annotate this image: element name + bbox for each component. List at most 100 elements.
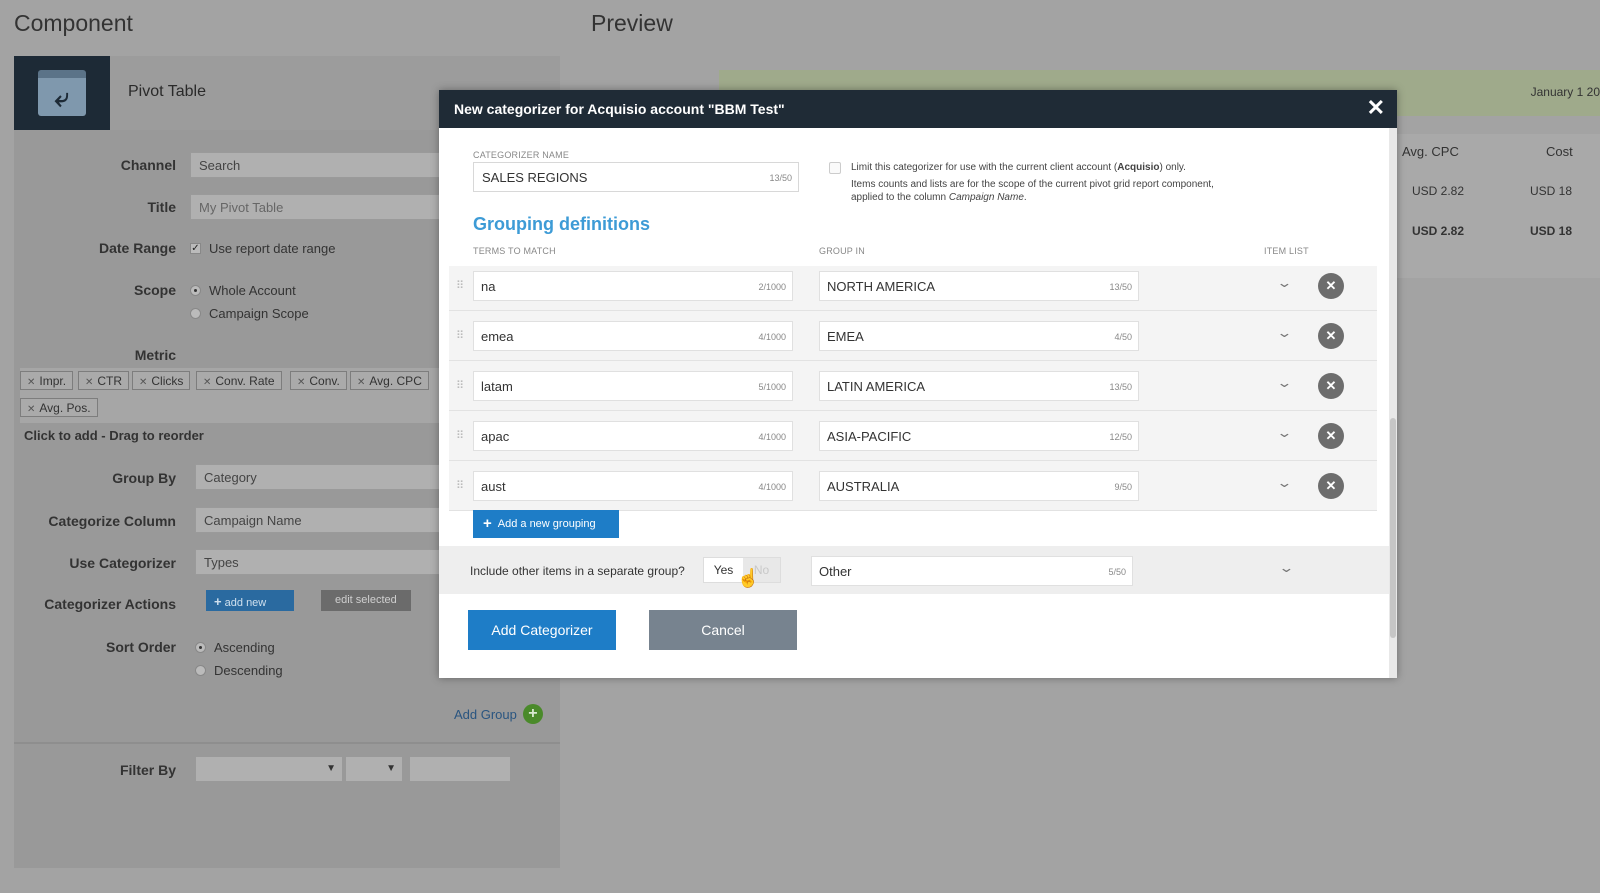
drag-handle-icon[interactable]: ⠿ — [456, 279, 464, 292]
chevron-down-icon[interactable]: ⌄ — [1278, 560, 1294, 576]
other-group-input[interactable]: Other 5/50 — [811, 556, 1133, 586]
channel-label: Channel — [120, 157, 176, 173]
metric-chip-label: CTR — [97, 374, 123, 388]
chevron-down-icon[interactable]: ⌄ — [1276, 375, 1292, 391]
term-input[interactable]: na 2/1000 — [473, 271, 793, 301]
channel-field[interactable]: Search — [190, 152, 440, 178]
drag-handle-icon[interactable]: ⠿ — [456, 379, 464, 392]
term-value: latam — [481, 379, 513, 394]
metric-chip[interactable]: ✕ CTR — [78, 371, 130, 390]
char-counter: 4/1000 — [758, 332, 786, 342]
metric-chip[interactable]: ✕ Avg. Pos. — [20, 398, 98, 417]
metric-chip-label: Clicks — [151, 374, 184, 388]
group-value: LATIN AMERICA — [827, 379, 926, 394]
group-input[interactable]: EMEA 4/50 — [819, 321, 1139, 351]
grouping-row: ⠿ apac 4/1000 ASIA-PACIFIC 12/50 ⌄ ✕ — [449, 411, 1377, 461]
remove-grouping-icon[interactable]: ✕ — [1318, 323, 1344, 349]
remove-icon[interactable]: ✕ — [203, 377, 211, 388]
group-column-header: GROUP IN — [819, 246, 865, 256]
categorize-column-select[interactable]: Campaign Name — [195, 507, 440, 533]
filter-operator-select[interactable]: ▼ — [345, 756, 403, 782]
chevron-down-icon[interactable]: ⌄ — [1276, 325, 1292, 341]
add-circle-icon[interactable]: + — [522, 704, 543, 724]
drag-handle-icon[interactable]: ⠿ — [456, 479, 464, 492]
categorizer-actions-label: Categorizer Actions — [44, 596, 176, 612]
add-categorizer-button[interactable]: Add Categorizer — [468, 610, 616, 650]
metric-chip[interactable]: ✕ Impr. — [20, 371, 74, 390]
term-input[interactable]: apac 4/1000 — [473, 421, 793, 451]
chevron-down-icon[interactable]: ⌄ — [1276, 275, 1292, 291]
grouping-row: ⠿ latam 5/1000 LATIN AMERICA 13/50 ⌄ ✕ — [449, 361, 1377, 411]
remove-icon[interactable]: ✕ — [357, 377, 365, 388]
radio-selected-icon[interactable] — [195, 642, 206, 653]
radio-selected-icon[interactable] — [190, 285, 201, 296]
other-items-row: Include other items in a separate group?… — [439, 546, 1389, 594]
checkbox-checked-icon[interactable]: ✓ — [190, 243, 201, 254]
add-new-grouping-button[interactable]: + Add a new grouping — [473, 510, 619, 538]
term-input[interactable]: latam 5/1000 — [473, 371, 793, 401]
group-input[interactable]: NORTH AMERICA 13/50 — [819, 271, 1139, 301]
metric-chip[interactable]: ✕ Conv. Rate — [196, 371, 282, 390]
char-counter: 12/50 — [1109, 432, 1132, 442]
dialog-scrollbar[interactable] — [1389, 128, 1397, 678]
scope-option-whole-account[interactable]: Whole Account — [190, 283, 296, 298]
remove-icon[interactable]: ✕ — [139, 377, 147, 388]
remove-icon[interactable]: ✕ — [27, 377, 35, 388]
metric-chip[interactable]: ✕ Conv. — [290, 371, 347, 390]
component-heading: Component — [14, 10, 133, 36]
add-group-link[interactable]: Add Group + — [454, 704, 543, 724]
metric-chip-list: ✕ Impr. ✕ CTR ✕ Clicks ✕ Conv. Rate ✕ Conv. ✕… — [20, 368, 440, 423]
metric-chip[interactable]: ✕ Clicks — [132, 371, 191, 390]
scope-option-campaign-scope[interactable]: Campaign Scope — [190, 306, 309, 321]
use-categorizer-label: Use Categorizer — [69, 555, 176, 571]
radio-icon[interactable] — [190, 308, 201, 319]
remove-icon[interactable]: ✕ — [85, 377, 93, 388]
chevron-down-icon[interactable]: ⌄ — [1276, 425, 1292, 441]
char-counter: 2/1000 — [758, 282, 786, 292]
char-counter: 13/50 — [769, 173, 792, 183]
term-input[interactable]: aust 4/1000 — [473, 471, 793, 501]
use-categorizer-select[interactable]: Types — [195, 549, 440, 575]
chevron-down-icon[interactable]: ⌄ — [1276, 475, 1292, 491]
scrollbar-thumb[interactable] — [1390, 418, 1396, 638]
metric-chip[interactable]: ✕ Avg. CPC — [350, 371, 429, 390]
categorizer-name-value: SALES REGIONS — [482, 170, 588, 185]
sort-option-ascending[interactable]: Ascending — [195, 640, 275, 655]
title-label: Title — [147, 199, 176, 215]
sort-option-label: Ascending — [214, 640, 275, 655]
remove-grouping-icon[interactable]: ✕ — [1318, 423, 1344, 449]
group-input[interactable]: ASIA-PACIFIC 12/50 — [819, 421, 1139, 451]
limit-text-part: Limit this categorizer for use with the … — [851, 162, 1118, 173]
char-counter: 9/50 — [1114, 482, 1132, 492]
group-by-select[interactable]: Category — [195, 464, 440, 490]
limit-account-checkbox[interactable] — [829, 162, 841, 174]
drag-handle-icon[interactable]: ⠿ — [456, 329, 464, 342]
group-input[interactable]: AUSTRALIA 9/50 — [819, 471, 1139, 501]
metric-label: Metric — [134, 347, 176, 363]
grouping-row: ⠿ emea 4/1000 EMEA 4/50 ⌄ ✕ — [449, 311, 1377, 361]
radio-icon[interactable] — [195, 665, 206, 676]
add-new-categorizer-button[interactable]: + add new — [206, 590, 294, 611]
categorizer-name-input[interactable]: SALES REGIONS 13/50 — [473, 162, 799, 192]
char-counter: 4/1000 — [758, 482, 786, 492]
column-name: Campaign Name — [948, 192, 1024, 203]
group-input[interactable]: LATIN AMERICA 13/50 — [819, 371, 1139, 401]
remove-grouping-icon[interactable]: ✕ — [1318, 373, 1344, 399]
filter-field-select[interactable]: ▼ — [195, 756, 343, 782]
remove-grouping-icon[interactable]: ✕ — [1318, 273, 1344, 299]
categorizer-name-label: CATEGORIZER NAME — [473, 150, 570, 160]
close-icon[interactable]: ✕ — [1367, 97, 1385, 119]
filter-value-input[interactable] — [409, 756, 511, 782]
cancel-button[interactable]: Cancel — [649, 610, 797, 650]
remove-grouping-icon[interactable]: ✕ — [1318, 473, 1344, 499]
date-range-option[interactable]: ✓ Use report date range — [190, 241, 335, 256]
title-input[interactable]: My Pivot Table — [190, 194, 440, 220]
sort-option-descending[interactable]: Descending — [195, 663, 283, 678]
term-input[interactable]: emea 4/1000 — [473, 321, 793, 351]
edit-selected-categorizer-button[interactable]: edit selected — [321, 590, 411, 611]
remove-icon[interactable]: ✕ — [27, 404, 35, 415]
other-group-value: Other — [819, 564, 852, 579]
grouping-row: ⠿ na 2/1000 NORTH AMERICA 13/50 ⌄ ✕ — [449, 261, 1377, 311]
drag-handle-icon[interactable]: ⠿ — [456, 429, 464, 442]
remove-icon[interactable]: ✕ — [297, 377, 305, 388]
